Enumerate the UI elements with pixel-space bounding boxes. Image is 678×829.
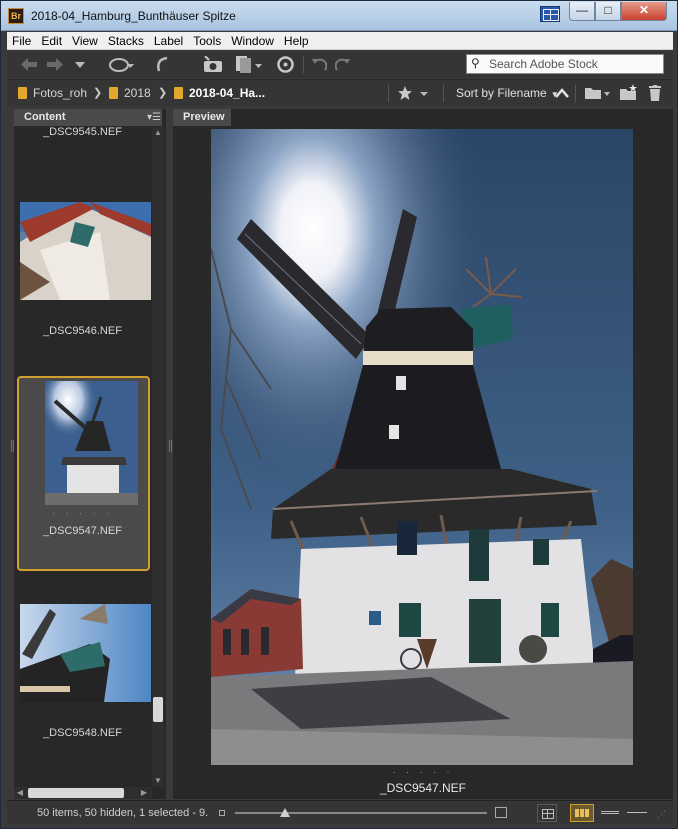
rotate-right-icon[interactable] xyxy=(335,56,351,72)
scrollbar-thumb[interactable] xyxy=(153,697,163,722)
refine-icon[interactable] xyxy=(235,55,263,74)
thumbnail-label[interactable]: _DSC9545.NEF xyxy=(14,127,151,138)
preview-image[interactable] xyxy=(211,129,633,765)
scroll-down-icon[interactable]: ▼ xyxy=(152,775,164,787)
scrollbar-thumb[interactable] xyxy=(28,788,124,798)
menu-help[interactable]: Help xyxy=(279,32,314,50)
title-bar[interactable]: Br 2018-04_Hamburg_Bunthäuser Spitze — □… xyxy=(1,1,677,31)
rating-dots[interactable]: · · · · · xyxy=(173,767,673,777)
maximize-button[interactable]: □ xyxy=(595,2,621,21)
status-text: 50 items, 50 hidden, 1 selected - 9. xyxy=(37,807,209,819)
tab-preview[interactable]: Preview xyxy=(173,109,231,126)
return-icon[interactable] xyxy=(155,56,169,73)
chevron-right-icon[interactable]: ❯ xyxy=(158,80,167,107)
thumbnail-dsc9548[interactable] xyxy=(20,604,151,702)
rating-dots[interactable]: · · · · · xyxy=(14,508,151,518)
breadcrumb-label: 2018 xyxy=(124,86,151,100)
view-list-icon[interactable] xyxy=(625,804,649,822)
toolbar-divider xyxy=(303,56,304,73)
thumbnail-image xyxy=(20,202,151,300)
camera-import-icon[interactable] xyxy=(202,56,224,73)
breadcrumb-current[interactable]: 2018-04_Ha... xyxy=(174,80,265,107)
breadcrumb-fotos-roh[interactable]: Fotos_roh xyxy=(18,80,87,107)
pathbar-divider xyxy=(443,85,444,102)
menu-window[interactable]: Window xyxy=(226,32,279,50)
scroll-up-icon[interactable]: ▲ xyxy=(152,127,164,139)
menu-view[interactable]: View xyxy=(67,32,103,50)
trash-icon[interactable] xyxy=(649,85,661,101)
close-button[interactable]: ✕ xyxy=(621,2,667,21)
minimize-button[interactable]: — xyxy=(569,2,595,21)
lock-grid-icon[interactable] xyxy=(537,804,557,822)
search-field[interactable]: ⚲ xyxy=(466,54,664,74)
sync-icon[interactable] xyxy=(277,56,294,73)
breadcrumb-2018[interactable]: 2018 xyxy=(109,80,151,107)
path-bar: Fotos_roh ❯ 2018 ❯ 2018-04_Ha... Sort by… xyxy=(7,79,673,106)
sort-ascending-icon[interactable] xyxy=(555,88,569,98)
menu-file[interactable]: File xyxy=(7,32,36,50)
status-bar: 50 items, 50 hidden, 1 selected - 9. ⋰ xyxy=(7,800,673,824)
search-icon[interactable]: ⚲ xyxy=(471,56,480,70)
thumbnail-dsc9547[interactable] xyxy=(45,381,138,505)
boomerang-icon[interactable] xyxy=(109,56,135,73)
back-arrow-icon[interactable] xyxy=(21,58,37,71)
toolbar: ⚲ xyxy=(7,51,673,78)
chevron-right-icon[interactable]: ❯ xyxy=(93,80,102,107)
window-title: 2018-04_Hamburg_Bunthäuser Spitze xyxy=(31,9,236,23)
breadcrumb-label: Fotos_roh xyxy=(33,86,88,100)
windmill-photo xyxy=(211,129,633,765)
bridge-app-icon[interactable]: Br xyxy=(8,8,24,24)
preview-filename: _DSC9547.NEF xyxy=(379,781,467,795)
thumbnail-larger-icon[interactable] xyxy=(495,807,507,818)
bridge-window: Br 2018-04_Hamburg_Bunthäuser Spitze — □… xyxy=(0,0,678,829)
breadcrumb-label: 2018-04_Ha... xyxy=(189,86,266,100)
thumbnail-grid[interactable]: _DSC9545.NEF _DSC9546.NEF · · · · · _DSC… xyxy=(14,127,151,787)
menu-edit[interactable]: Edit xyxy=(36,32,67,50)
menu-stacks[interactable]: Stacks xyxy=(103,32,149,50)
panel-menu-icon[interactable]: ▾☰ xyxy=(147,109,161,126)
menu-label[interactable]: Label xyxy=(149,32,188,50)
tab-content[interactable]: Content xyxy=(14,109,162,126)
content-panel: Content ▾☰ _DSC9545.NEF _DSC9546.NEF · ·… xyxy=(14,109,166,799)
thumbnail-label[interactable]: _DSC9548.NEF xyxy=(14,727,151,739)
slider-handle[interactable] xyxy=(280,808,291,817)
rotate-left-icon[interactable] xyxy=(311,56,327,72)
scroll-left-icon[interactable]: ◀ xyxy=(14,787,26,799)
workspace-switcher-icon[interactable] xyxy=(540,6,560,22)
history-dropdown-icon[interactable] xyxy=(75,62,85,68)
view-details-icon[interactable] xyxy=(599,804,621,822)
resize-grip-icon[interactable]: ⋰ xyxy=(657,809,666,820)
preview-panel: Preview · · · · · _DSC9547.NEF xyxy=(173,109,673,799)
folder-icon xyxy=(174,87,183,99)
pathbar-divider xyxy=(575,85,576,102)
menu-tools[interactable]: Tools xyxy=(188,32,226,50)
folder-icon xyxy=(109,87,118,99)
forward-arrow-icon[interactable] xyxy=(47,58,63,71)
view-thumbnails-icon[interactable] xyxy=(570,804,594,822)
thumbnail-image xyxy=(20,604,151,702)
thumbnail-image xyxy=(45,381,138,505)
thumbnail-dsc9546[interactable] xyxy=(20,202,151,300)
horizontal-scrollbar[interactable]: ◀ ▶ xyxy=(14,787,152,799)
new-folder-icon[interactable] xyxy=(620,84,638,101)
sort-dropdown[interactable]: Sort by Filename ▼ xyxy=(456,80,559,108)
thumbnail-size-slider[interactable] xyxy=(235,812,487,814)
thumbnail-smaller-icon[interactable] xyxy=(219,810,225,816)
thumbnail-label[interactable]: _DSC9547.NEF xyxy=(14,525,151,537)
folder-icon xyxy=(18,87,27,99)
star-filter-icon[interactable] xyxy=(398,86,432,101)
pathbar-divider xyxy=(388,85,389,102)
open-recent-folder-icon[interactable] xyxy=(585,86,611,101)
sort-label: Sort by Filename xyxy=(456,86,547,100)
thumbnail-label[interactable]: _DSC9546.NEF xyxy=(14,325,151,337)
menu-bar: File Edit View Stacks Label Tools Window Help xyxy=(7,32,673,50)
search-input[interactable] xyxy=(489,56,659,72)
scroll-right-icon[interactable]: ▶ xyxy=(138,787,150,799)
vertical-scrollbar[interactable]: ▲ ▼ xyxy=(152,127,164,787)
